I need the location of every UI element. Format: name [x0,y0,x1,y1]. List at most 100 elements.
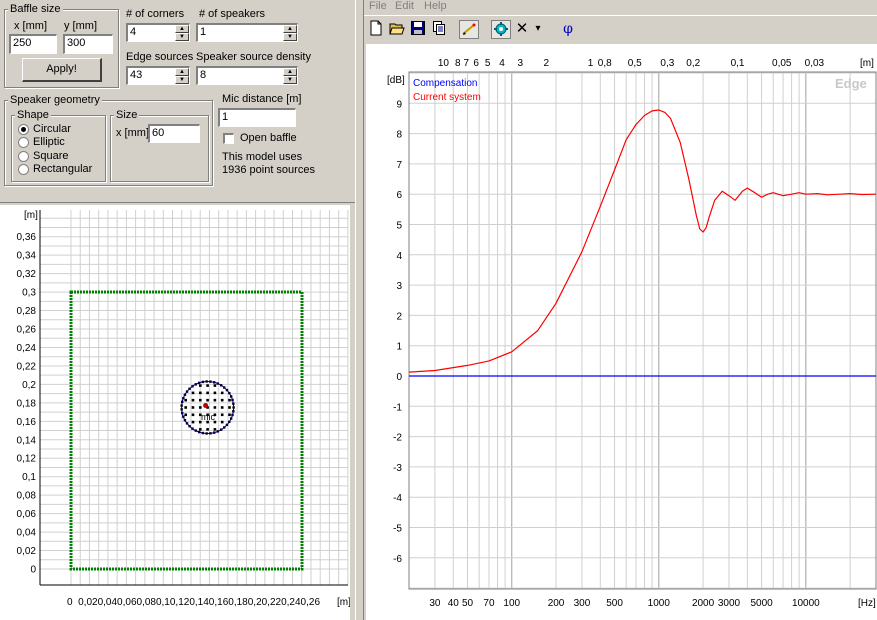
menu-help[interactable]: Help [424,0,447,12]
mic-marker [203,402,209,408]
apply-button[interactable]: Apply! [22,58,102,82]
dropdown-icon[interactable]: ▾ [532,20,544,39]
point-source [199,406,202,409]
point-source [184,398,188,402]
menu-file[interactable]: File [369,0,387,12]
point-source [220,398,224,402]
save-icon[interactable] [408,20,428,39]
open-icon[interactable] [387,20,407,39]
y-tick-label: 0 [396,372,402,383]
edge-sources-stepper[interactable]: 43 ▲ ▼ [126,66,190,85]
source-density-down-button[interactable]: ▼ [283,76,297,84]
top-tick-label: 2 [543,58,549,69]
top-tick-label: 0,03 [805,58,825,69]
top-tick-label: 0,1 [731,58,745,69]
size-x-input[interactable]: 60 [148,124,200,143]
size-title: Size [114,109,140,121]
y-tick-label: 9 [396,99,402,110]
x-tick-label: 40 [448,598,460,609]
y-axis-unit-label: [dB] [387,75,405,86]
left-panel: Baffle size x [mm] y [mm] 250 300 Apply!… [0,0,355,620]
new-icon[interactable] [366,20,386,39]
baffle-y-tick-label: 0 [30,565,36,576]
menu-edit[interactable]: Edit [395,0,414,12]
top-tick-label: 7 [463,58,469,69]
open-baffle-label[interactable]: Open baffle [240,132,297,144]
x-tick-label: 5000 [750,598,773,609]
x-tick-label: 10000 [792,598,820,609]
y-tick-label: -1 [393,402,402,413]
baffle-y-tick-label: 0,18 [17,398,37,409]
baffle-y-tick-label: 0,16 [17,417,37,428]
speakers-stepper[interactable]: 1 ▲ ▼ [196,23,298,42]
edge-sources-up-button[interactable]: ▲ [175,68,189,76]
corners-stepper[interactable]: 4 ▲ ▼ [126,23,190,42]
mic-distance-input[interactable]: 1 [218,108,296,127]
point-source [191,398,195,402]
rectangular-label: Rectangular [33,163,93,175]
corners-down-button[interactable]: ▼ [175,33,189,41]
shape-radio-rectangular[interactable]: Rectangular [18,163,103,176]
baffle-y-input[interactable]: 300 [63,34,113,54]
source-density-up-button[interactable]: ▲ [283,68,297,76]
top-tick-label: 1 [588,58,594,69]
point-source [191,391,195,395]
circular-radio-button[interactable] [18,124,29,135]
source-density-value: 8 [200,69,207,81]
baffle-y-tick-label: 0,24 [17,343,37,354]
x-tick-label: 30 [429,598,441,609]
baffle-y-tick-label: 0,22 [17,361,37,372]
delete-icon[interactable]: ✕ [512,20,532,39]
corners-label: # of corners [126,8,185,20]
baffle-x-input[interactable]: 250 [9,34,57,54]
top-tick-label: 3 [518,58,524,69]
y-tick-label: -5 [393,524,402,535]
phase-icon[interactable]: φ [558,20,578,39]
point-source [206,398,209,402]
x-tick-label: 70 [483,598,495,609]
corners-up-button[interactable]: ▲ [175,25,189,33]
y-tick-label: 5 [396,221,402,232]
baffle-y-tick-label: 0,34 [17,251,37,262]
square-radio-button[interactable] [18,151,29,162]
y-tick-label: 1 [396,342,402,353]
baffle-plot: 0,36 0,34 0,32 0,3 0,28 0,26 0,24 0,22 0,2 0,18 0,… [17,210,351,608]
rectangular-radio-button[interactable] [18,164,29,175]
point-source [220,413,224,417]
shape-radio-circular[interactable]: Circular [18,123,98,136]
top-tick-label: 5 [485,58,491,69]
right-panel: File Edit Help ✕ ▾ φ 9 8 7 6 5 4 3 2 1 0 -1 -2 -3 -4-… [364,0,877,620]
edge-sources-down-button[interactable]: ▼ [175,76,189,84]
y-tick-label: 3 [396,281,402,292]
speakers-down-button[interactable]: ▼ [283,33,297,41]
x-tick-label: 50 [462,598,474,609]
settings-icon[interactable] [491,20,511,39]
speakers-up-button[interactable]: ▲ [283,25,297,33]
point-source [191,420,195,424]
square-label: Square [33,150,69,162]
point-source [206,384,209,387]
x-tick-label: 100 [503,598,520,609]
top-tick-label: 0,8 [598,58,612,69]
shape-radio-elliptic[interactable]: Elliptic [18,136,98,149]
elliptic-radio-button[interactable] [18,137,29,148]
point-source [191,406,195,409]
y-tick-label: 8 [396,130,402,141]
dropdown-glyph: ▾ [535,23,541,34]
point-source [206,428,209,431]
y-tick-label: -2 [393,433,402,444]
speakers-label: # of speakers [199,8,266,20]
draw-icon[interactable] [459,20,479,39]
top-axis-unit-label: [m] [860,58,874,69]
shape-radio-square[interactable]: Square [18,150,98,163]
point-source [199,391,202,395]
open-baffle-checkbox[interactable] [223,133,234,144]
source-density-stepper[interactable]: 8 ▲ ▼ [196,66,298,85]
mic-distance-label: Mic distance [m] [222,93,302,105]
edge-sources-value: 43 [130,69,143,81]
splitter[interactable] [355,0,364,620]
x-tick-label: 1000 [648,598,671,609]
top-tick-label: 4 [499,58,505,69]
copy-icon[interactable] [429,20,449,39]
x-tick-label: 2000 [692,598,715,609]
